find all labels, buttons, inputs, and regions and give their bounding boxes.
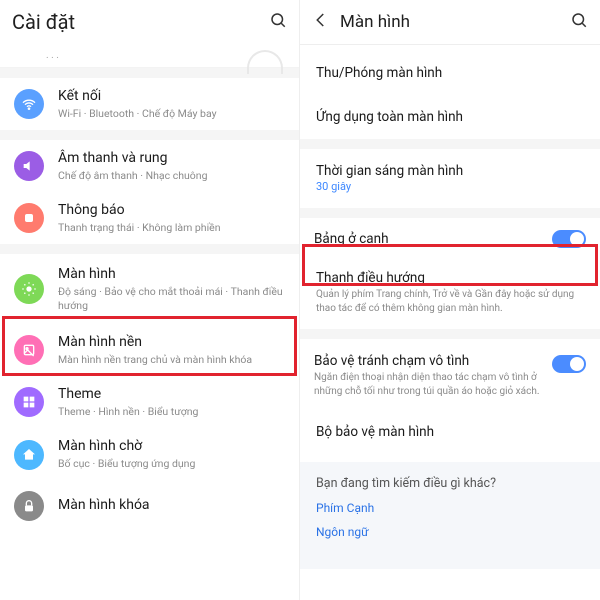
item-edge-panels[interactable]: Bảng ở cạnh bbox=[300, 218, 600, 260]
back-icon[interactable] bbox=[312, 11, 330, 33]
wallpaper-icon bbox=[14, 335, 44, 365]
row-label: Màn hình chờ bbox=[58, 438, 285, 456]
row-sublabel: Theme · Hình nền · Biểu tượng bbox=[58, 405, 285, 419]
row-label: Âm thanh và rung bbox=[58, 150, 285, 168]
notifications-icon bbox=[14, 203, 44, 233]
footer-link-language[interactable]: Ngôn ngữ bbox=[316, 525, 584, 539]
row-label: Kết nối bbox=[58, 88, 285, 106]
edge-panels-toggle[interactable] bbox=[552, 230, 586, 248]
row-sublabel: Màn hình nền trang chủ và màn hình khóa bbox=[58, 353, 285, 367]
row-label: Ứng dụng toàn màn hình bbox=[316, 109, 584, 125]
row-sublabel: Wi-Fi · Bluetooth · Chế độ Máy bay bbox=[58, 107, 285, 121]
row-label: Màn hình khóa bbox=[58, 497, 285, 515]
theme-icon bbox=[14, 387, 44, 417]
settings-item-wallpaper[interactable]: Màn hình nền Màn hình nền trang chủ và m… bbox=[0, 324, 299, 376]
row-label: Thanh điều hướng bbox=[316, 270, 584, 286]
settings-item-notifications[interactable]: Thông báo Thanh trạng thái · Không làm p… bbox=[0, 192, 299, 244]
page-title: Cài đặt bbox=[12, 10, 75, 34]
row-sublabel: Độ sáng · Bảo vệ cho mắt thoải mái · Tha… bbox=[58, 285, 285, 312]
row-label: Theme bbox=[58, 386, 285, 404]
row-sublabel: Bố cục · Biểu tượng ứng dụng bbox=[58, 457, 285, 471]
settings-item-display[interactable]: Màn hình Độ sáng · Bảo vệ cho mắt thoải … bbox=[0, 254, 299, 324]
settings-item-theme[interactable]: Theme Theme · Hình nền · Biểu tượng bbox=[0, 376, 299, 428]
item-navigation-bar[interactable]: Thanh điều hướng Quản lý phím Trang chín… bbox=[300, 260, 600, 329]
header: Cài đặt bbox=[0, 0, 299, 44]
search-icon[interactable] bbox=[269, 11, 287, 33]
row-label: Thu/Phóng màn hình bbox=[316, 65, 584, 81]
page-title: Màn hình bbox=[340, 12, 410, 32]
row-label: Bảo vệ tránh chạm vô tình bbox=[314, 353, 542, 369]
search-icon[interactable] bbox=[570, 11, 588, 33]
settings-item-connections[interactable]: Kết nối Wi-Fi · Bluetooth · Chế độ Máy b… bbox=[0, 78, 299, 130]
lock-icon bbox=[14, 491, 44, 521]
footer-link-edge-key[interactable]: Phím Cạnh bbox=[316, 501, 584, 515]
row-sublabel: Thanh trạng thái · Không làm phiền bbox=[58, 221, 285, 235]
header: Màn hình bbox=[300, 0, 600, 44]
row-label: Màn hình nền bbox=[58, 334, 285, 352]
row-sublabel: Quản lý phím Trang chính, Trở về và Gần … bbox=[316, 288, 584, 315]
item-screen-timeout[interactable]: Thời gian sáng màn hình 30 giây bbox=[300, 149, 600, 208]
row-label: Màn hình bbox=[58, 266, 285, 284]
row-sublabel: 30 giây bbox=[316, 180, 584, 194]
row-sublabel: Ngăn điện thoại nhận diện thao tác chạm … bbox=[314, 371, 542, 398]
item-accidental-touch[interactable]: Bảo vệ tránh chạm vô tình Ngăn điện thoạ… bbox=[300, 339, 600, 410]
item-screen-zoom[interactable]: Thu/Phóng màn hình bbox=[300, 51, 600, 95]
row-label: Thông báo bbox=[58, 202, 285, 220]
settings-item-homescreen[interactable]: Màn hình chờ Bố cục · Biểu tượng ứng dụn… bbox=[0, 428, 299, 480]
footer-suggestions: Bạn đang tìm kiếm điều gì khác? Phím Cạn… bbox=[300, 462, 600, 569]
footer-question: Bạn đang tìm kiếm điều gì khác? bbox=[316, 476, 584, 491]
settings-item-sound[interactable]: Âm thanh và rung Chế độ âm thanh · Nhạc … bbox=[0, 140, 299, 192]
sound-icon bbox=[14, 151, 44, 181]
row-label: Bộ bảo vệ màn hình bbox=[316, 424, 584, 440]
display-settings-pane: Màn hình Thu/Phóng màn hình Ứng dụng toà… bbox=[300, 0, 600, 600]
settings-main-pane: Cài đặt . . . Kết nối Wi-Fi · Bluetooth … bbox=[0, 0, 300, 600]
wifi-icon bbox=[14, 89, 44, 119]
accidental-touch-toggle[interactable] bbox=[552, 355, 586, 373]
home-icon bbox=[14, 440, 44, 470]
item-screen-protector[interactable]: Bộ bảo vệ màn hình bbox=[300, 410, 600, 454]
row-sublabel: Chế độ âm thanh · Nhạc chuông bbox=[58, 169, 285, 183]
row-label: Thời gian sáng màn hình bbox=[316, 163, 584, 179]
item-fullscreen-apps[interactable]: Ứng dụng toàn màn hình bbox=[300, 95, 600, 139]
display-icon bbox=[14, 274, 44, 304]
row-label: Bảng ở cạnh bbox=[314, 231, 542, 247]
settings-item-lockscreen[interactable]: Màn hình khóa bbox=[0, 481, 299, 531]
